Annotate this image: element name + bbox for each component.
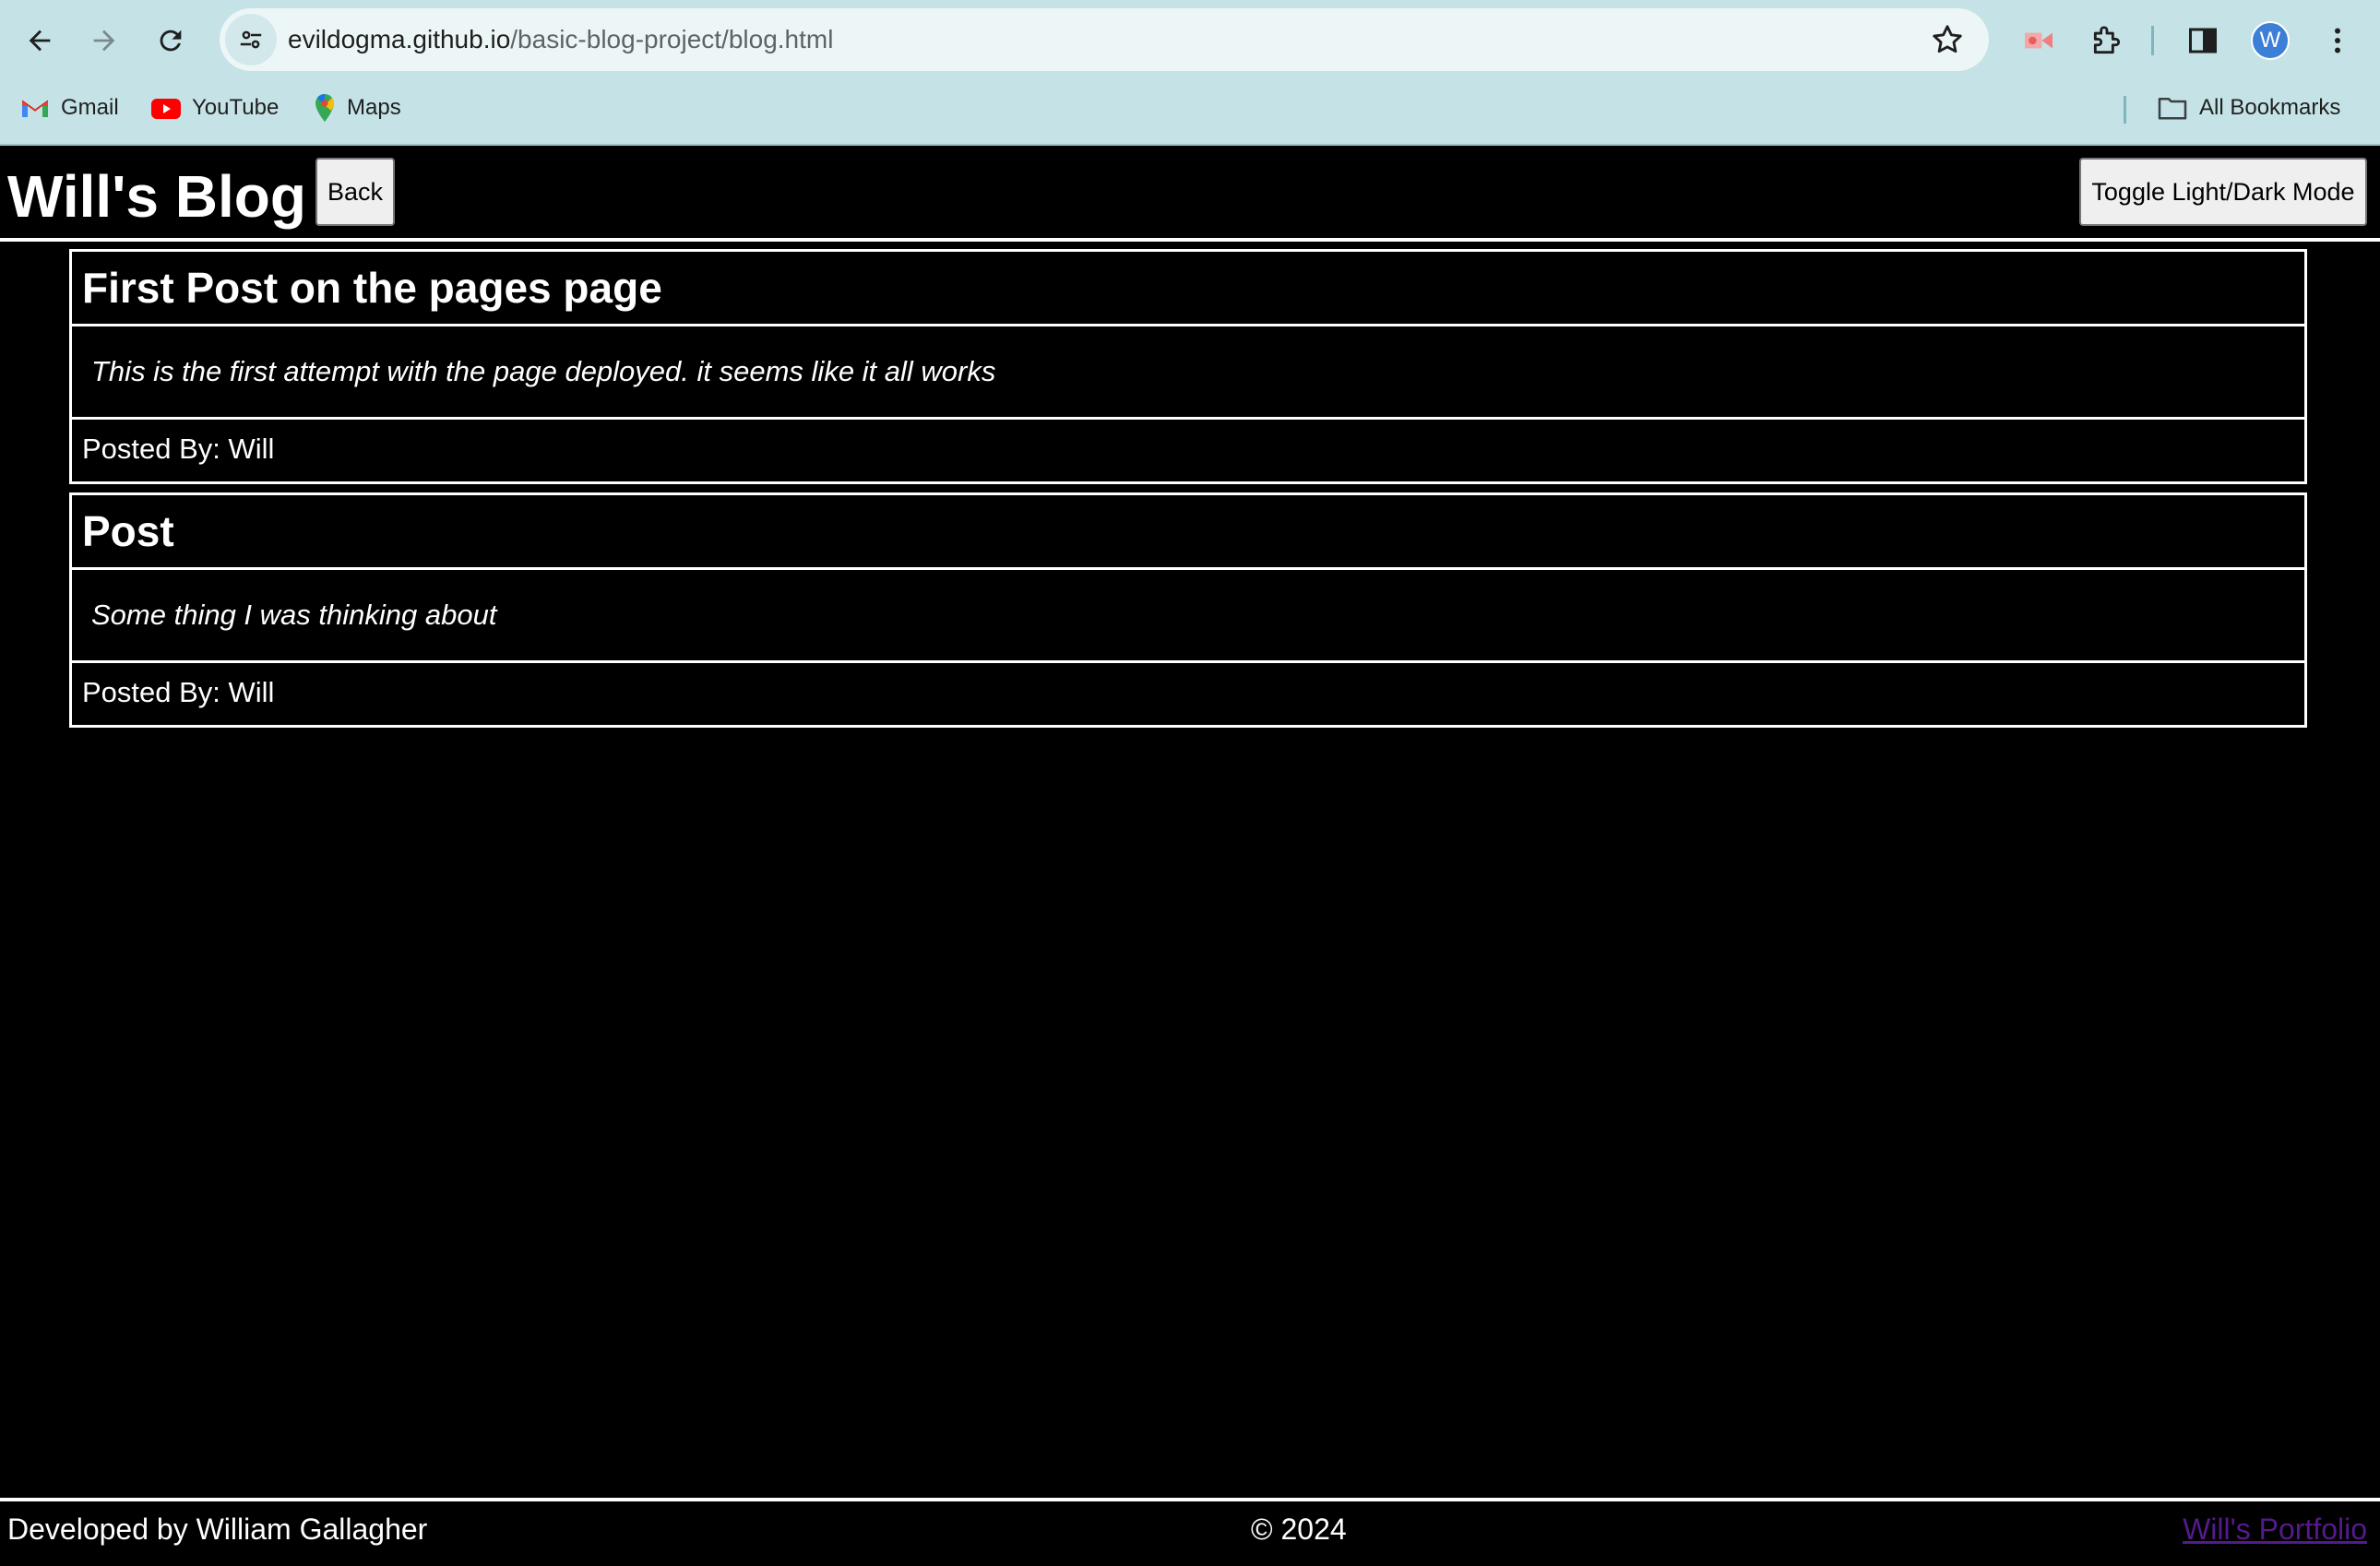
- back-button[interactable]: Back: [315, 158, 395, 226]
- gmail-icon: [21, 100, 49, 117]
- record-extension-icon: [2025, 32, 2053, 49]
- extensions-button[interactable]: [2085, 18, 2129, 63]
- post-title: First Post on the pages page: [72, 252, 2304, 326]
- maps-icon: [315, 94, 334, 122]
- folder-icon: [2158, 97, 2187, 120]
- side-panel-button[interactable]: [2181, 18, 2225, 63]
- bookmark-maps[interactable]: Maps: [314, 89, 401, 127]
- post-author: Posted By: Will: [82, 433, 275, 465]
- portfolio-link[interactable]: Will's Portfolio: [2183, 1511, 2367, 1548]
- toggle-theme-button[interactable]: Toggle Light/Dark Mode: [2079, 158, 2367, 226]
- youtube-icon: [151, 99, 181, 119]
- bookmark-label: Maps: [347, 95, 401, 120]
- browser-chrome: evildogma.github.io/basic-blog-project/b…: [0, 0, 2380, 146]
- post-author: Posted By: Will: [82, 676, 275, 708]
- more-vertical-icon: [2335, 28, 2340, 53]
- reload-button[interactable]: [146, 16, 196, 65]
- bookmark-gmail[interactable]: Gmail: [20, 89, 119, 127]
- reload-icon: [160, 30, 182, 52]
- post-content: This is the first attempt with the page …: [72, 326, 2304, 420]
- puzzle-icon: [2093, 26, 2121, 54]
- forward-nav-button[interactable]: [79, 16, 129, 65]
- browser-menu-button[interactable]: [2315, 18, 2360, 63]
- post-content: Some thing I was thinking about: [72, 570, 2304, 663]
- url-host: evildogma.github.io: [288, 25, 511, 53]
- bookmark-youtube[interactable]: YouTube: [151, 89, 279, 127]
- arrow-right-icon: [93, 30, 115, 52]
- back-nav-button[interactable]: [15, 16, 65, 65]
- address-bar[interactable]: evildogma.github.io/basic-blog-project/b…: [220, 8, 1989, 71]
- site-info-button[interactable]: [225, 14, 277, 65]
- blog-post: Post Some thing I was thinking about Pos…: [69, 492, 2307, 728]
- posts-list: First Post on the pages page This is the…: [69, 249, 2307, 736]
- copyright-text: © 2024: [1251, 1513, 1347, 1546]
- developer-credit: Developed by William Gallagher: [7, 1513, 428, 1546]
- url-text: evildogma.github.io/basic-blog-project/b…: [288, 8, 833, 71]
- all-bookmarks-label: All Bookmarks: [2199, 95, 2341, 120]
- tune-icon: [240, 30, 262, 49]
- site-title: Will's Blog: [7, 163, 306, 230]
- url-path: /basic-blog-project/blog.html: [510, 25, 834, 53]
- bookmark-label: Gmail: [61, 95, 119, 120]
- site-header: Will's Blog Back Toggle Light/Dark Mode: [0, 146, 2380, 242]
- bookmark-label: YouTube: [192, 95, 280, 120]
- bookmarks-bar: Gmail YouTube Maps All Bookmarks: [0, 89, 2380, 127]
- bookmark-star-icon[interactable]: [1930, 22, 1965, 57]
- profile-avatar[interactable]: W: [2251, 21, 2290, 60]
- arrow-left-icon: [29, 30, 51, 52]
- blog-post: First Post on the pages page This is the…: [69, 249, 2307, 484]
- all-bookmarks-button[interactable]: All Bookmarks: [2157, 89, 2340, 127]
- toolbar-divider: [2151, 26, 2154, 55]
- site-footer: Developed by William Gallagher © 2024 Wi…: [0, 1498, 2380, 1566]
- extension-record-button[interactable]: [2017, 18, 2061, 63]
- side-panel-icon: [2189, 28, 2217, 53]
- bookmarks-divider: [2124, 96, 2126, 124]
- post-title: Post: [72, 495, 2304, 570]
